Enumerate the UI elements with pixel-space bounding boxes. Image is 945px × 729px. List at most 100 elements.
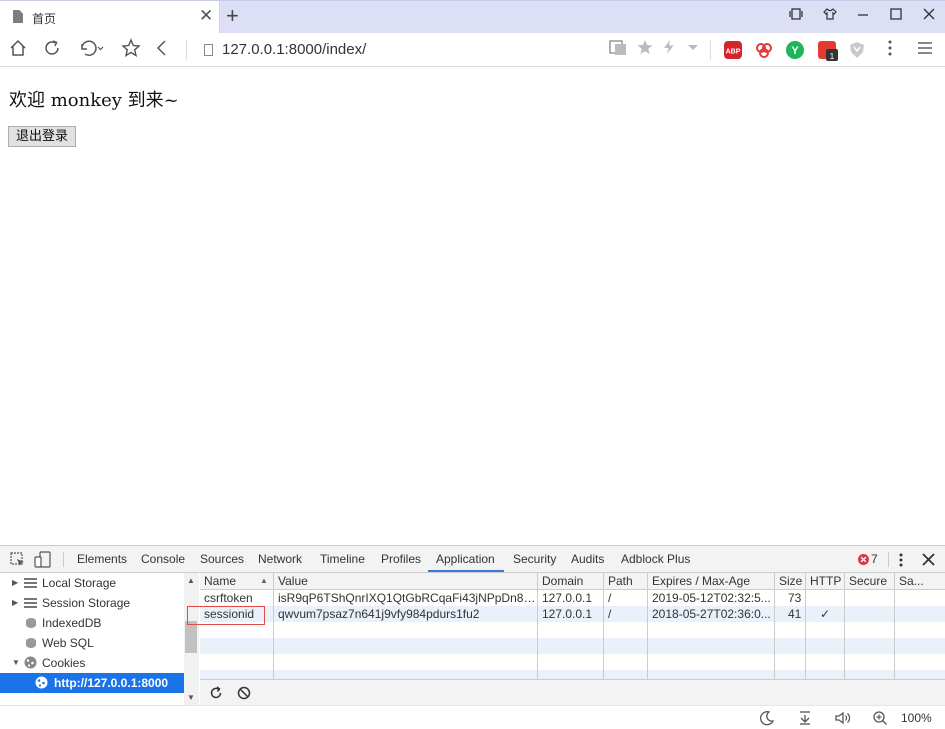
tab-sources[interactable]: Sources: [200, 552, 244, 566]
download-icon[interactable]: [797, 710, 813, 729]
sidebar-item-label: http://127.0.0.1:8000: [54, 676, 169, 690]
sidebar-item-web-sql[interactable]: Web SQL: [0, 633, 184, 653]
cookie-domain: 127.0.0.1: [542, 591, 593, 605]
more-vertical-icon[interactable]: [879, 38, 901, 63]
error-count[interactable]: 7: [871, 552, 878, 566]
back-icon[interactable]: [151, 38, 173, 63]
tab-close-icon[interactable]: ✕: [199, 7, 213, 25]
column-divider[interactable]: [774, 573, 775, 679]
error-icon[interactable]: [858, 554, 869, 568]
grid-icon: [24, 598, 37, 608]
device-toolbar-icon[interactable]: [34, 551, 52, 571]
tab-elements[interactable]: Elements: [77, 552, 127, 566]
scroll-down-arrow-icon[interactable]: ▼: [187, 693, 195, 702]
cookies-table: Name ▲ Value Domain Path Expires / Max-A…: [200, 573, 945, 679]
cookie-expires: 2019-05-12T02:32:5...: [652, 591, 771, 605]
close-window-icon[interactable]: [919, 7, 939, 25]
column-header-expires[interactable]: Expires / Max-Age: [652, 574, 750, 588]
table-row-empty: [200, 670, 945, 679]
menu-hamburger-icon[interactable]: [914, 38, 936, 63]
column-divider[interactable]: [647, 573, 648, 679]
tab-adblock-plus[interactable]: Adblock Plus: [621, 552, 690, 566]
cookie-path: /: [608, 607, 612, 621]
column-header-http[interactable]: HTTP: [810, 574, 841, 588]
sidebar-item-cookies[interactable]: ▼ Cookies: [0, 653, 184, 673]
sidebar-item-label: Local Storage: [42, 576, 117, 590]
home-icon[interactable]: [7, 38, 29, 63]
shield-extension-icon[interactable]: [848, 41, 866, 59]
undo-close-tab-icon[interactable]: [77, 38, 107, 63]
tab-timeline[interactable]: Timeline: [320, 552, 365, 566]
tab-network[interactable]: Network: [258, 552, 302, 566]
close-devtools-icon[interactable]: [922, 553, 935, 569]
minimize-icon[interactable]: [853, 7, 873, 25]
night-mode-moon-icon[interactable]: [759, 710, 775, 729]
column-header-name[interactable]: Name: [204, 574, 236, 588]
clear-all-icon[interactable]: [237, 686, 251, 703]
bookmark-star-icon[interactable]: [634, 38, 656, 61]
adblock-plus-extension-icon[interactable]: ABP: [724, 41, 742, 59]
refresh-icon[interactable]: [209, 686, 223, 703]
lightning-icon[interactable]: [658, 38, 680, 61]
column-header-samesite[interactable]: Sa...: [899, 574, 924, 588]
table-header: Name ▲ Value Domain Path Expires / Max-A…: [200, 573, 945, 590]
sidebar-scrollbar-thumb[interactable]: [185, 621, 197, 653]
column-header-value[interactable]: Value: [278, 574, 308, 588]
restore-mode-icon[interactable]: [786, 7, 806, 25]
browser-tab[interactable]: 首页 ✕: [0, 1, 220, 34]
dropdown-arrow-icon[interactable]: [682, 38, 704, 61]
rings-extension-icon[interactable]: [755, 41, 773, 59]
column-header-domain[interactable]: Domain: [542, 574, 583, 588]
zoom-icon[interactable]: [872, 710, 888, 729]
address-bar-url[interactable]: 127.0.0.1:8000/index/: [222, 41, 366, 58]
application-sidebar: ▶ Local Storage ▶ Session Storage Indexe…: [0, 573, 199, 706]
tab-profiles[interactable]: Profiles: [381, 552, 421, 566]
sidebar-item-indexeddb[interactable]: IndexedDB: [0, 613, 184, 633]
translate-icon[interactable]: [607, 38, 629, 62]
new-tab-button[interactable]: +: [226, 4, 239, 28]
column-divider[interactable]: [273, 573, 274, 679]
table-row[interactable]: sessionid qwvum7psaz7n641j9vfy984pdurs1f…: [200, 606, 945, 622]
cookie-icon: [24, 656, 37, 669]
column-divider[interactable]: [537, 573, 538, 679]
notification-extension-icon[interactable]: 1: [818, 41, 838, 61]
column-divider[interactable]: [894, 573, 895, 679]
tab-title: 首页: [32, 12, 57, 26]
column-header-size[interactable]: Size: [779, 574, 802, 588]
reload-icon[interactable]: [41, 38, 63, 63]
cookies-table-footer: [200, 679, 945, 706]
green-checkmark-extension-icon[interactable]: Y: [786, 41, 804, 59]
column-divider[interactable]: [805, 573, 806, 679]
sidebar-item-local-storage[interactable]: ▶ Local Storage: [0, 573, 184, 593]
tab-console[interactable]: Console: [141, 552, 185, 566]
skin-shirt-icon[interactable]: [820, 7, 840, 25]
tab-application[interactable]: Application: [436, 552, 495, 566]
maximize-icon[interactable]: [886, 7, 906, 25]
expand-arrow-icon[interactable]: ▶: [12, 598, 18, 607]
column-header-path[interactable]: Path: [608, 574, 633, 588]
column-divider[interactable]: [603, 573, 604, 679]
sidebar-item-label: Session Storage: [42, 596, 131, 610]
page-info-icon[interactable]: [204, 44, 213, 56]
database-icon: [26, 618, 36, 628]
devtools-menu-icon[interactable]: [895, 552, 907, 571]
column-divider[interactable]: [844, 573, 845, 679]
svg-text:Y: Y: [791, 45, 799, 57]
tab-strip: 首页 ✕ +: [0, 0, 945, 34]
inspect-element-icon[interactable]: [10, 552, 26, 571]
tab-security[interactable]: Security: [513, 552, 556, 566]
tab-audits[interactable]: Audits: [571, 552, 604, 566]
expand-arrow-icon[interactable]: ▶: [12, 578, 18, 587]
scroll-up-arrow-icon[interactable]: ▲: [187, 576, 195, 585]
table-row[interactable]: csrftoken isR9qP6TShQnrIXQ1QtGbRCqaFi43j…: [200, 590, 945, 606]
sidebar-item-cookie-origin[interactable]: http://127.0.0.1:8000: [0, 673, 184, 693]
sidebar-item-label: Cookies: [42, 656, 86, 670]
logout-button[interactable]: 退出登录: [8, 126, 77, 147]
volume-icon[interactable]: [834, 710, 852, 729]
collapse-arrow-icon[interactable]: ▼: [12, 658, 20, 667]
welcome-heading: 欢迎 monkey 到来~: [9, 90, 179, 111]
zoom-level[interactable]: 100%: [901, 711, 932, 725]
column-header-secure[interactable]: Secure: [849, 574, 887, 588]
sidebar-item-session-storage[interactable]: ▶ Session Storage: [0, 593, 184, 613]
favorite-star-icon[interactable]: [120, 38, 142, 63]
